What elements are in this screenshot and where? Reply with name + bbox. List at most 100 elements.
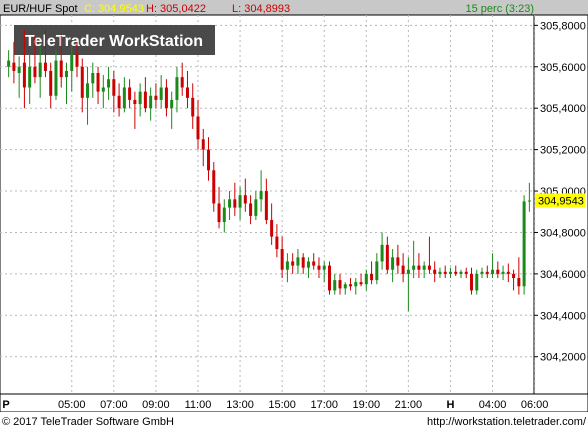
candle-down — [370, 273, 374, 281]
candle-down — [275, 236, 279, 250]
candle-up — [438, 271, 442, 274]
candle-up — [101, 87, 105, 92]
price-chart: EUR/HUF Spot C: 304,9543 H: 305,0422 L: … — [0, 0, 588, 431]
candle-down — [43, 62, 47, 71]
candle-up — [7, 60, 11, 67]
y-tick-label: 304,2000 — [540, 352, 586, 364]
candle-down — [506, 271, 510, 274]
high-label: H: 305,0422 — [146, 3, 206, 15]
candle-up — [91, 72, 95, 84]
copyright-text: © 2017 TeleTrader Software GmbH — [2, 416, 174, 428]
x-tick-label: H — [446, 399, 454, 411]
candle-down — [291, 261, 295, 266]
url-link[interactable]: http://workstation.teletrader.com/ — [427, 416, 587, 428]
candle-up — [480, 271, 484, 274]
candle-up — [459, 271, 463, 274]
candle-down — [338, 280, 342, 289]
candle-down — [191, 97, 195, 117]
candle-down — [249, 203, 253, 216]
candle-down — [427, 265, 431, 270]
candle-down — [212, 170, 216, 204]
candle-down — [196, 116, 200, 140]
candle-up — [322, 265, 326, 270]
y-tick-label: 304,8000 — [540, 227, 586, 239]
x-tick-label: 13:00 — [226, 399, 254, 411]
candle-up — [375, 261, 379, 281]
candle-down — [112, 79, 116, 96]
candle-up — [406, 269, 410, 274]
candle-down — [233, 199, 237, 208]
x-tick-label: 05:00 — [58, 399, 86, 411]
chart-window: EUR/HUF Spot C: 304,9543 H: 305,0422 L: … — [0, 0, 588, 431]
last-price-label: 304,9543 — [538, 196, 584, 208]
candle-up — [364, 273, 368, 285]
candle-down — [59, 60, 63, 78]
candle-up — [222, 207, 226, 223]
candle-down — [327, 265, 331, 291]
x-tick-label: P — [2, 399, 9, 411]
candle-up — [64, 70, 68, 78]
y-tick-label: 305,2000 — [540, 145, 586, 157]
candle-down — [496, 269, 500, 274]
candle-up — [70, 54, 74, 71]
candle-up — [354, 282, 358, 287]
candle-up — [380, 244, 384, 262]
candle-down — [264, 191, 268, 221]
candle-down — [117, 95, 121, 109]
x-tick-label: 15:00 — [268, 399, 296, 411]
candle-down — [96, 72, 100, 92]
watermark-text: TeleTrader WorkStation — [25, 33, 203, 50]
candle-down — [180, 77, 184, 88]
candle-down — [443, 271, 447, 274]
period-label: 15 perc (3:23) — [466, 3, 534, 15]
candle-up — [306, 261, 310, 268]
x-tick-label: 07:00 — [100, 399, 128, 411]
candle-up — [170, 99, 174, 109]
candle-down — [243, 195, 247, 204]
candle-down — [312, 261, 316, 266]
candle-up — [527, 200, 531, 202]
candle-down — [401, 265, 405, 274]
x-tick-label: 04:00 — [479, 399, 507, 411]
candle-down — [154, 95, 158, 100]
candle-down — [143, 91, 147, 109]
candle-up — [333, 280, 337, 291]
candle-up — [285, 261, 289, 270]
candle-down — [80, 66, 84, 98]
x-tick-label: 19:00 — [353, 399, 381, 411]
candle-up — [138, 91, 142, 105]
candle-down — [396, 257, 400, 266]
candle-down — [359, 282, 363, 285]
candle-down — [517, 278, 521, 287]
candle-up — [501, 271, 505, 274]
candle-down — [207, 149, 211, 171]
candle-down — [270, 220, 274, 237]
candle-down — [22, 62, 26, 88]
candle-up — [17, 66, 21, 73]
candle-down — [33, 66, 37, 78]
x-tick-label: 21:00 — [395, 399, 423, 411]
close-label: C: 304,9543 — [84, 3, 144, 15]
candle-up — [238, 195, 242, 208]
symbol-label: EUR/HUF Spot — [3, 3, 78, 15]
candle-down — [185, 87, 189, 98]
candle-up — [122, 87, 126, 109]
candle-down — [217, 203, 221, 223]
candle-up — [254, 199, 258, 216]
candle-up — [54, 60, 58, 96]
candle-up — [159, 87, 163, 100]
x-tick-label: 17:00 — [310, 399, 338, 411]
candle-up — [422, 265, 426, 270]
candle-down — [49, 70, 53, 96]
candle-down — [464, 271, 468, 274]
candle-down — [385, 244, 389, 270]
candle-up — [522, 201, 526, 287]
candle-down — [133, 99, 137, 105]
candle-up — [391, 257, 395, 270]
candle-up — [296, 257, 300, 266]
candle-up — [412, 265, 416, 270]
candle-up — [107, 79, 111, 88]
y-tick-label: 305,6000 — [540, 62, 586, 74]
candle-up — [448, 271, 452, 274]
y-tick-label: 305,4000 — [540, 103, 586, 115]
